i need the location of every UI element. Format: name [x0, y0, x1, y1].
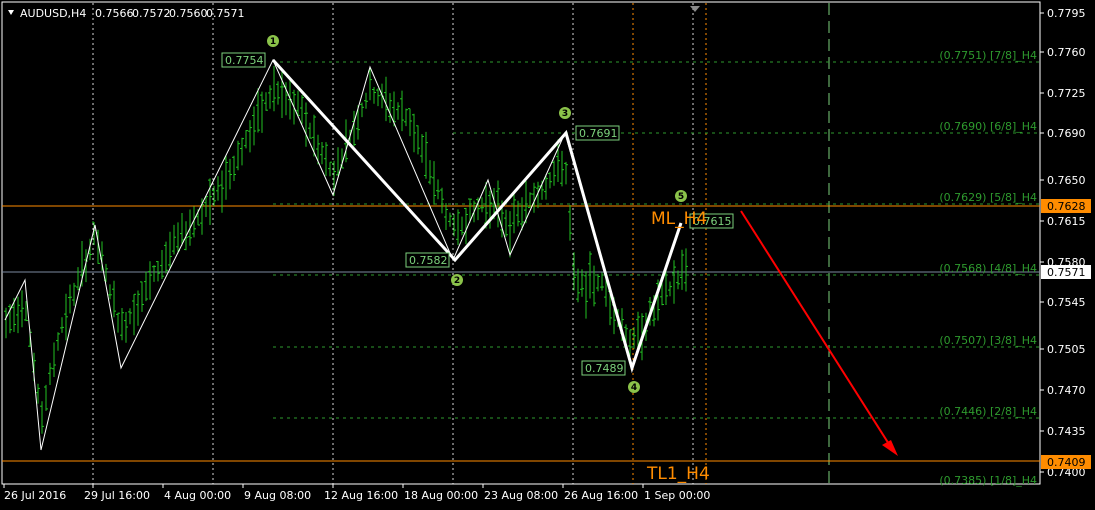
svg-text:4: 4 [631, 383, 637, 393]
svg-text:(0.7507) [3/8]_H4: (0.7507) [3/8]_H4 [939, 334, 1037, 347]
svg-text:(0.7568) [4/8]_H4: (0.7568) [4/8]_H4 [939, 262, 1037, 275]
svg-text:0.7545: 0.7545 [1047, 296, 1086, 309]
svg-text:26 Jul 2016: 26 Jul 2016 [4, 489, 66, 502]
time-axis: 26 Jul 2016 29 Jul 16:00 4 Aug 00:00 9 A… [3, 484, 710, 502]
svg-text:0.7690: 0.7690 [1047, 127, 1086, 140]
svg-text:23 Aug 08:00: 23 Aug 08:00 [484, 489, 558, 502]
svg-text:0.7505: 0.7505 [1047, 343, 1086, 356]
price-tag-tl: 0.7409 [1041, 455, 1091, 469]
ml-h4-label: ML_H4 [651, 209, 707, 229]
svg-text:0.7650: 0.7650 [1047, 174, 1086, 187]
chart-frame [1, 1, 1041, 485]
svg-text:18 Aug 00:00: 18 Aug 00:00 [404, 489, 478, 502]
svg-text:29 Jul 16:00: 29 Jul 16:00 [84, 489, 150, 502]
close-price: 0.7571 [206, 7, 245, 20]
murrey-level-lines [273, 61, 1040, 419]
wave-price-box: 0.7582 [405, 252, 450, 268]
high-price: 0.7572 [132, 7, 171, 20]
candles [4, 65, 688, 434]
svg-text:0.7615: 0.7615 [1047, 215, 1086, 228]
low-price: 0.7560 [169, 7, 208, 20]
svg-text:0.7691: 0.7691 [579, 127, 618, 140]
symbol-header: AUDUSD,H4 0.7566 0.7572 0.7560 0.7571 [8, 7, 245, 20]
wave-number-4: 4 [628, 381, 640, 393]
svg-text:0.7470: 0.7470 [1047, 384, 1086, 397]
svg-text:0.7489: 0.7489 [585, 362, 624, 375]
svg-text:(0.7690) [6/8]_H4: (0.7690) [6/8]_H4 [939, 120, 1037, 133]
symbol-name: AUDUSD,H4 [20, 7, 86, 20]
svg-text:(0.7446) [2/8]_H4: (0.7446) [2/8]_H4 [939, 405, 1037, 418]
price-tag-ml: 0.7628 [1041, 199, 1091, 213]
wave-number-2: 2 [451, 274, 463, 286]
forecast-arrow[interactable] [740, 210, 898, 456]
svg-text:0.7571: 0.7571 [1047, 266, 1086, 279]
wave-price-box: 0.7691 [575, 125, 620, 141]
vertical-grid [92, 3, 694, 484]
open-price: 0.7566 [95, 7, 134, 20]
svg-text:4 Aug 00:00: 4 Aug 00:00 [164, 489, 231, 502]
svg-text:(0.7751) [7/8]_H4: (0.7751) [7/8]_H4 [939, 49, 1037, 62]
chart-shift-icon[interactable] [690, 6, 700, 12]
price-tag-current: 0.7571 [1041, 265, 1091, 279]
svg-text:5: 5 [678, 192, 684, 202]
svg-text:0.7582: 0.7582 [409, 254, 448, 267]
collapse-arrow-icon[interactable] [8, 10, 14, 15]
svg-text:0.7725: 0.7725 [1047, 87, 1086, 100]
wave-price-box: 0.7489 [581, 360, 626, 376]
wave-number-3: 3 [559, 107, 571, 119]
chart-canvas[interactable]: 0.7754 0.7582 0.7691 0.7489 0.7615 1 2 3… [0, 0, 1095, 510]
svg-text:0.7435: 0.7435 [1047, 425, 1086, 438]
svg-text:1 Sep 00:00: 1 Sep 00:00 [644, 489, 710, 502]
svg-text:1: 1 [270, 37, 276, 47]
price-axis: 0.7795 0.7760 0.7725 0.7690 0.7650 0.761… [1040, 7, 1086, 479]
murrey-labels: (0.7751) [7/8]_H4 (0.7690) [6/8]_H4 (0.7… [939, 49, 1037, 487]
svg-text:0.7628: 0.7628 [1047, 200, 1086, 213]
svg-text:0.7754: 0.7754 [225, 54, 264, 67]
zigzag-thin [4, 58, 682, 451]
svg-text:26 Aug 16:00: 26 Aug 16:00 [564, 489, 638, 502]
wave-number-5: 5 [675, 190, 687, 202]
wave-price-box: 0.7754 [221, 52, 266, 68]
svg-text:(0.7385) [1/8]_H4: (0.7385) [1/8]_H4 [939, 474, 1037, 487]
tl1-h4-label: TL1_H4 [646, 464, 710, 484]
svg-text:0.7760: 0.7760 [1047, 46, 1086, 59]
svg-text:2: 2 [454, 276, 460, 286]
wave-number-1: 1 [267, 35, 279, 47]
svg-text:0.7795: 0.7795 [1047, 7, 1086, 20]
svg-text:0.7409: 0.7409 [1047, 456, 1086, 469]
svg-text:9 Aug 08:00: 9 Aug 08:00 [244, 489, 311, 502]
svg-text:(0.7629) [5/8]_H4: (0.7629) [5/8]_H4 [939, 191, 1037, 204]
elliott-wave-line[interactable] [271, 58, 683, 374]
svg-text:12 Aug 16:00: 12 Aug 16:00 [324, 489, 398, 502]
svg-text:3: 3 [562, 109, 568, 119]
